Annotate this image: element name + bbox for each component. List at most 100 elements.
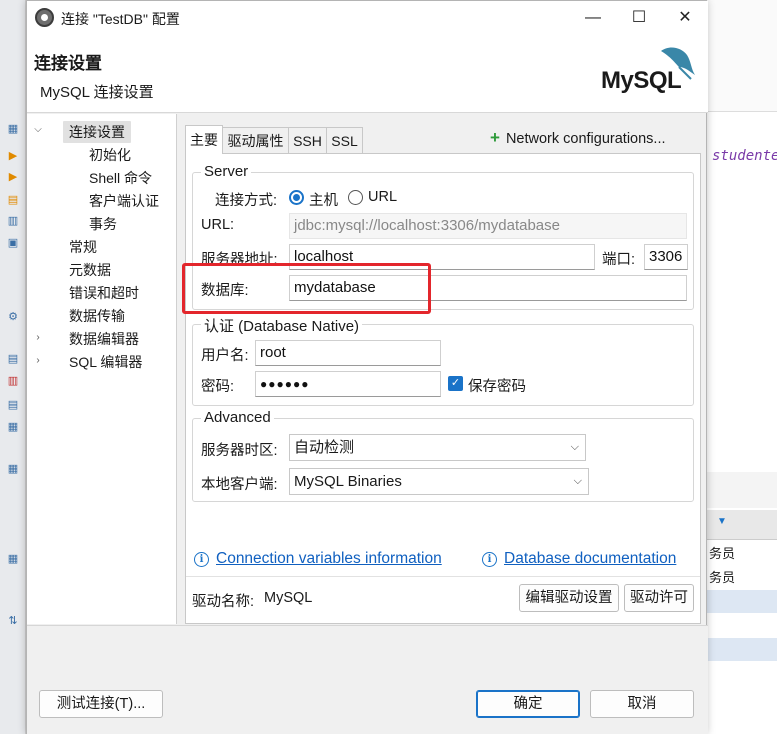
structure-icon: ▦ <box>7 421 19 433</box>
connection-config-dialog: 连接 "TestDB" 配置 — ☐ ✕ 连接设置 MySQL 连接设置 MyS… <box>26 0 708 734</box>
local-client-select[interactable]: MySQL Binaries ⌵ <box>289 468 589 495</box>
test-connection-button[interactable]: 测试连接(T)... <box>39 690 163 718</box>
ok-button[interactable]: 确定 <box>476 690 580 718</box>
background-grid-row <box>707 638 777 661</box>
background-ide-toolbar-right <box>707 0 777 112</box>
tab-panel-main: Server 连接方式: 主机 URL URL: jdbc:mysql://lo… <box>185 153 701 624</box>
plus-icon: + <box>490 128 500 147</box>
driver-name-value: MySQL <box>264 590 313 606</box>
divider <box>186 576 700 577</box>
timezone-value: 自动检测 <box>294 439 355 456</box>
mode-url-label[interactable]: URL <box>368 189 397 205</box>
expand-arrow-icon[interactable]: › <box>31 332 45 343</box>
main-content: 主要 驱动属性 SSH SSL + Network configurations.… <box>185 125 701 624</box>
cancel-button[interactable]: 取消 <box>590 690 694 718</box>
auth-group: 认证 (Database Native) 用户名: root 密码: ●●●●●… <box>192 315 694 406</box>
username-field[interactable]: root <box>255 340 441 366</box>
local-client-value: MySQL Binaries <box>294 473 402 490</box>
mode-host-label[interactable]: 主机 <box>309 189 338 210</box>
tab-main[interactable]: 主要 <box>185 125 223 154</box>
connect-mode-label: 连接方式: <box>215 193 278 209</box>
table-icon: ▦ <box>7 123 19 135</box>
port-field[interactable]: 3306 <box>644 244 688 270</box>
info-icon: i <box>194 552 209 567</box>
tab-ssh[interactable]: SSH <box>288 127 327 153</box>
background-grid-row: 务员 <box>709 570 736 585</box>
page-title: 连接设置 <box>34 54 102 73</box>
maximize-button[interactable]: ☐ <box>616 1 662 35</box>
background-sql-editor <box>707 112 777 472</box>
minimize-button[interactable]: — <box>570 1 616 35</box>
tab-ssl[interactable]: SSL <box>326 127 363 153</box>
background-editor-text: studente <box>712 148 777 164</box>
port-label: 端口: <box>602 252 636 268</box>
mysql-logo-icon: MySQL <box>599 41 699 101</box>
run-icon: ▶ <box>8 150 18 162</box>
document-icon: ▥ <box>7 375 19 387</box>
mysql-logo-text: MySQL <box>601 67 682 94</box>
password-label: 密码: <box>201 379 235 395</box>
close-button[interactable]: ✕ <box>662 1 708 35</box>
network-configurations-button[interactable]: + Network configurations... <box>490 128 666 148</box>
background-grid-header: ▼ <box>707 510 777 540</box>
nav-item-data-transfer[interactable]: 数据传输 <box>69 305 125 327</box>
database-documentation-link[interactable]: Database documentation <box>504 550 676 568</box>
local-client-label: 本地客户端: <box>201 477 278 493</box>
dialog-header: 连接设置 MySQL 连接设置 MySQL <box>27 35 708 113</box>
nav-item-data-editor[interactable]: 数据编辑器 <box>69 328 139 350</box>
save-password-label[interactable]: 保存密码 <box>468 375 526 396</box>
dialog-footer: 测试连接(T)... 确定 取消 <box>27 625 708 734</box>
document-icon: ▤ <box>7 399 19 411</box>
chevron-down-icon: ⌵ <box>573 475 582 487</box>
nav-item-sql-editor[interactable]: SQL 编辑器 <box>69 351 142 373</box>
settings-nav-tree: ⌵ 连接设置 初始化 Shell 命令 客户端认证 事务 常规 元数据 错误和超… <box>27 114 177 624</box>
collapse-arrow-icon[interactable]: ⌵ <box>31 124 45 135</box>
grid-icon: ▦ <box>7 463 19 475</box>
nav-item-general[interactable]: 常规 <box>69 236 97 258</box>
timezone-select[interactable]: 自动检测 ⌵ <box>289 434 586 461</box>
nav-item-connection-settings[interactable]: 连接设置 <box>63 121 131 143</box>
page-subtitle: MySQL 连接设置 <box>40 84 154 101</box>
nav-item-errors-timeouts[interactable]: 错误和超时 <box>69 282 139 304</box>
background-ide-toolbar: ▦ ▶ ▶ ▤ ▥ ▣ ⚙ ▤ ▥ ▤ ▦ ▦ ▦ ⇅ <box>0 0 26 734</box>
terminal-icon: ▣ <box>7 237 19 249</box>
tab-driver-properties[interactable]: 驱动属性 <box>222 127 289 153</box>
window-title: 连接 "TestDB" 配置 <box>61 11 180 27</box>
background-grid-row: 务员 <box>709 546 736 561</box>
chevron-down-icon: ⌵ <box>570 441 579 453</box>
server-group-legend: Server <box>201 163 252 180</box>
driver-license-button[interactable]: 驱动许可 <box>624 584 694 612</box>
script-icon: ▤ <box>7 194 19 206</box>
background-grid-row <box>707 590 777 613</box>
timezone-label: 服务器时区: <box>201 443 278 459</box>
nav-item-transactions[interactable]: 事务 <box>89 213 117 235</box>
mode-host-radio[interactable] <box>289 190 304 205</box>
filter-icon: ⇅ <box>8 615 18 627</box>
driver-name-label: 驱动名称: <box>192 594 255 610</box>
export-icon: ▤ <box>7 353 19 365</box>
file-icon: ▥ <box>7 215 19 227</box>
nav-item-shell-commands[interactable]: Shell 命令 <box>89 167 152 189</box>
title-bar[interactable]: 连接 "TestDB" 配置 — ☐ ✕ <box>27 1 708 35</box>
url-field[interactable]: jdbc:mysql://localhost:3306/mydatabase <box>289 213 687 239</box>
dbeaver-app-icon <box>35 8 54 27</box>
url-label: URL: <box>201 217 235 233</box>
nav-item-client-auth[interactable]: 客户端认证 <box>89 190 159 212</box>
advanced-group-legend: Advanced <box>201 409 274 426</box>
nav-item-init[interactable]: 初始化 <box>89 144 131 166</box>
edit-driver-settings-button[interactable]: 编辑驱动设置 <box>519 584 619 612</box>
auth-group-legend: 认证 (Database Native) <box>201 315 363 336</box>
network-configurations-label: Network configurations... <box>505 131 666 147</box>
sort-icon: ▼ <box>717 516 727 527</box>
password-field[interactable]: ●●●●●● <box>255 371 441 397</box>
expand-arrow-icon[interactable]: › <box>31 355 45 366</box>
grid-icon: ▦ <box>7 553 19 565</box>
advanced-group: Advanced 服务器时区: 自动检测 ⌵ 本地客户端: MySQL Binar… <box>192 409 694 502</box>
save-password-checkbox[interactable]: ✓ <box>448 376 463 391</box>
mode-url-radio[interactable] <box>348 190 363 205</box>
nav-item-metadata[interactable]: 元数据 <box>69 259 111 281</box>
database-field-highlight-annotation <box>182 263 431 314</box>
connection-variables-link[interactable]: Connection variables information <box>216 550 442 568</box>
info-icon: i <box>482 552 497 567</box>
run-script-icon: ▶ <box>8 171 18 183</box>
